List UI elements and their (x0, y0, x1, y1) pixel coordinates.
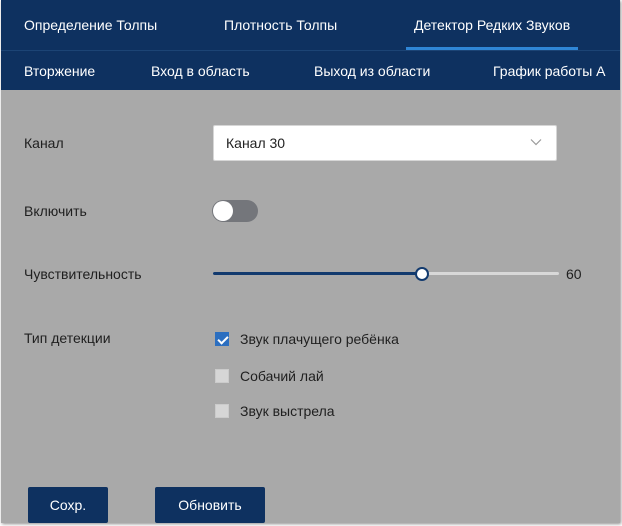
tab-intrusion[interactable]: Вторжение (24, 51, 95, 90)
slider-thumb[interactable] (415, 267, 429, 281)
tab-region-exit[interactable]: Выход из области (314, 51, 430, 90)
checkbox-gunshot[interactable]: Звук выстрела (215, 403, 335, 419)
refresh-button[interactable]: Обновить (155, 487, 265, 523)
checkbox-dog-bark[interactable]: Собачий лай (215, 368, 324, 384)
settings-form: Канал Канал 30 Включить Чувствительность… (1, 90, 620, 523)
tab-label: Детектор Редких Звуков (414, 17, 571, 33)
tab-crowd-density[interactable]: Плотность Толпы (224, 0, 337, 50)
sensitivity-label: Чувствительность (24, 266, 142, 282)
tab-crowd-detection[interactable]: Определение Толпы (24, 0, 157, 50)
checkbox-box[interactable] (215, 404, 229, 418)
checkbox-label: Звук выстрела (240, 403, 335, 419)
tab-label: Определение Толпы (24, 17, 158, 33)
checkbox-label: Собачий лай (240, 368, 324, 384)
checkbox-box[interactable] (215, 369, 229, 383)
checkbox-label: Звук плачущего ребёнка (240, 331, 399, 347)
tab-bar-primary: Определение Толпы Плотность Толпы Детект… (1, 0, 620, 50)
tab-region-entrance[interactable]: Вход в область (151, 51, 250, 90)
tab-bar-secondary: Вторжение Вход в область Выход из област… (1, 50, 620, 90)
toggle-knob (213, 201, 233, 221)
tab-label: Вход в область (151, 62, 250, 79)
smart-detection-panel: Определение Толпы Плотность Толпы Детект… (1, 0, 620, 523)
sensitivity-value: 60 (566, 266, 582, 282)
channel-selected-value: Канал 30 (226, 135, 286, 151)
slider-fill (213, 272, 421, 275)
save-button[interactable]: Сохр. (28, 487, 108, 523)
sensitivity-slider[interactable] (213, 266, 559, 281)
tab-label: График работы А (493, 62, 606, 79)
tab-label: Выход из области (314, 62, 431, 79)
check-icon[interactable] (215, 332, 229, 346)
tab-label: Плотность Толпы (224, 17, 338, 33)
channel-label: Канал (24, 135, 64, 151)
detection-type-label: Тип детекции (24, 330, 111, 346)
channel-select[interactable]: Канал 30 (213, 125, 557, 161)
enable-toggle[interactable] (212, 200, 258, 222)
tab-rare-sound-detector[interactable]: Детектор Редких Звуков (405, 0, 579, 50)
enable-label: Включить (24, 203, 87, 219)
tab-schedule[interactable]: График работы А (493, 51, 606, 90)
chevron-down-icon (530, 139, 542, 146)
tab-label: Вторжение (24, 62, 96, 79)
checkbox-crying-baby[interactable]: Звук плачущего ребёнка (215, 331, 399, 347)
